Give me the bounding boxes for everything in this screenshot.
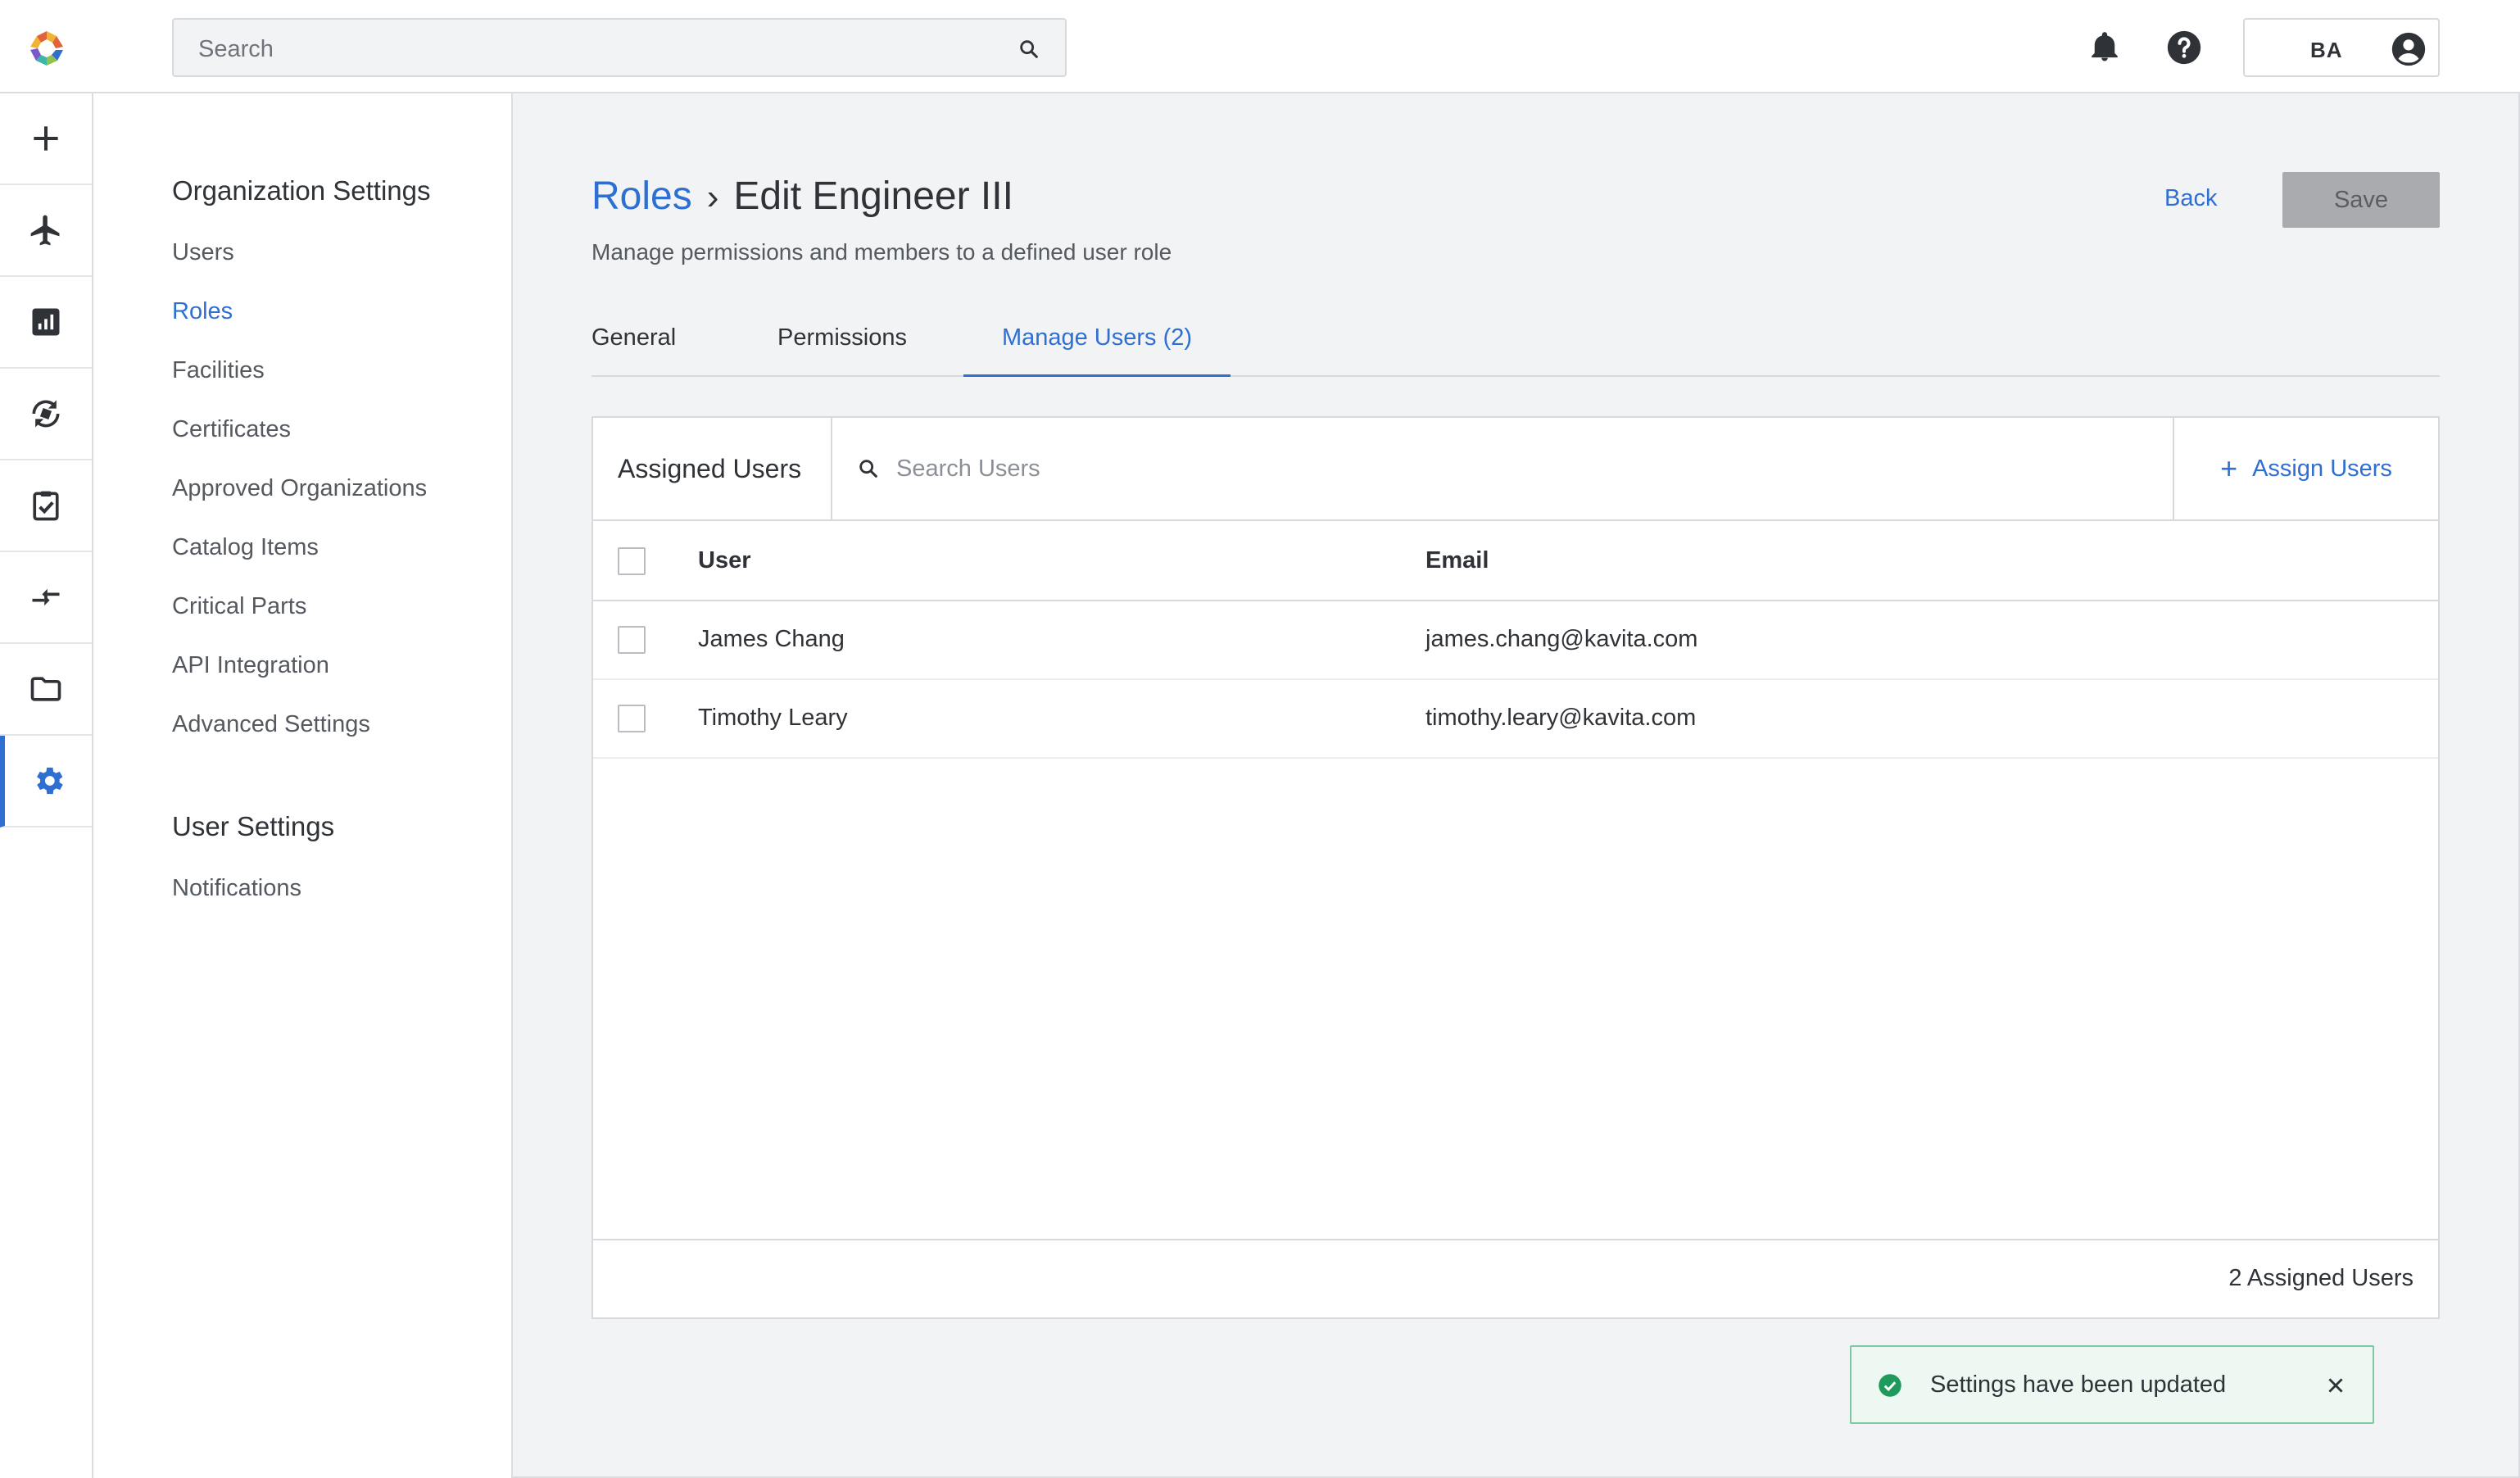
nav-item-advanced-settings[interactable]: Advanced Settings (172, 711, 370, 738)
left-icon-rail (0, 93, 93, 1478)
user-menu-button[interactable]: BA (2243, 18, 2440, 77)
main-content: Roles › Edit Engineer III Manage permiss… (513, 93, 2518, 1476)
org-settings-heading: Organization Settings (172, 175, 431, 206)
select-all-checkbox[interactable] (618, 547, 646, 575)
page-subtitle: Manage permissions and members to a defi… (591, 239, 1172, 265)
search-icon (859, 460, 877, 478)
column-header-email[interactable]: Email (1425, 547, 1489, 574)
tab-bar: General Permissions Manage Users (2) (591, 316, 2440, 377)
table-row[interactable]: Timothy Leary timothy.leary@kavita.com (593, 680, 2438, 759)
user-settings-heading: User Settings (172, 811, 335, 841)
settings-gear-icon (37, 767, 63, 795)
assigned-users-count: 2 Assigned Users (2228, 1265, 2413, 1291)
reports-icon (32, 308, 60, 336)
notifications-bell-icon[interactable] (2087, 29, 2122, 64)
tab-general[interactable]: General (591, 316, 676, 377)
page-title: Roles › Edit Engineer III (591, 174, 1013, 223)
row-checkbox[interactable] (618, 626, 646, 654)
nav-item-roles[interactable]: Roles (172, 298, 233, 325)
breadcrumb-separator: › (706, 177, 719, 217)
assign-users-label: Assign Users (2252, 455, 2392, 482)
close-icon[interactable] (2325, 1375, 2346, 1396)
user-initials: BA (2310, 38, 2343, 62)
save-button[interactable]: Save (2282, 172, 2440, 228)
folder-icon (30, 677, 61, 701)
nav-item-approved-organizations[interactable]: Approved Organizations (172, 475, 427, 502)
app-logo-icon[interactable] (28, 29, 66, 67)
parts-tracking-icon (32, 400, 60, 428)
assign-users-button[interactable]: + Assign Users (2174, 418, 2438, 519)
page-title-text: Edit Engineer III (733, 175, 1013, 218)
rail-item-documents[interactable] (0, 644, 92, 736)
airplane-icon (30, 215, 60, 246)
row-user-name: James Chang (698, 626, 845, 652)
account-circle-icon (2391, 32, 2426, 66)
search-users-placeholder: Search Users (896, 456, 1040, 482)
column-header-user[interactable]: User (698, 547, 751, 574)
success-toast: Settings have been updated (1850, 1345, 2374, 1424)
assigned-users-card: Assigned Users Search Users + Assign Use… (591, 416, 2440, 1319)
rail-item-transfers[interactable] (0, 552, 92, 644)
table-header: User Email (593, 521, 2438, 601)
help-icon[interactable] (2166, 29, 2202, 66)
row-user-name: Timothy Leary (698, 705, 848, 731)
success-check-icon (1879, 1374, 1901, 1397)
global-search-placeholder: Search (198, 36, 274, 62)
nav-item-critical-parts[interactable]: Critical Parts (172, 593, 306, 620)
search-users-input[interactable]: Search Users (831, 418, 2174, 519)
rail-item-tasks[interactable] (0, 460, 92, 552)
toast-message: Settings have been updated (1930, 1371, 2227, 1398)
row-user-email: james.chang@kavita.com (1425, 626, 1698, 652)
tab-permissions[interactable]: Permissions (777, 316, 908, 377)
top-bar: Search BA (0, 0, 2520, 93)
back-link[interactable]: Back (2164, 185, 2217, 212)
table-row[interactable]: James Chang james.chang@kavita.com (593, 601, 2438, 680)
breadcrumb-roles-link[interactable]: Roles (591, 174, 692, 219)
nav-item-catalog-items[interactable]: Catalog Items (172, 534, 319, 561)
plus-icon (34, 126, 58, 151)
rail-item-settings[interactable] (0, 736, 92, 827)
row-user-email: timothy.leary@kavita.com (1425, 705, 1697, 731)
search-icon[interactable] (1018, 38, 1040, 61)
nav-item-notifications[interactable]: Notifications (172, 875, 301, 902)
card-footer: 2 Assigned Users (593, 1239, 2438, 1317)
rail-item-tracking[interactable] (0, 369, 92, 460)
nav-item-facilities[interactable]: Facilities (172, 357, 265, 384)
rail-item-reports[interactable] (0, 277, 92, 369)
card-header: Assigned Users Search Users + Assign Use… (593, 418, 2438, 521)
rail-item-create[interactable] (0, 93, 92, 185)
clipboard-check-icon (33, 491, 59, 521)
tab-manage-users[interactable]: Manage Users (2) (963, 316, 1231, 377)
global-search-input[interactable]: Search (172, 18, 1067, 77)
card-title: Assigned Users (618, 454, 802, 483)
swap-icon (32, 588, 60, 606)
nav-item-certificates[interactable]: Certificates (172, 416, 291, 443)
rail-item-aircraft[interactable] (0, 185, 92, 277)
plus-icon: + (2220, 451, 2238, 485)
nav-item-users[interactable]: Users (172, 239, 234, 266)
row-checkbox[interactable] (618, 705, 646, 732)
settings-nav: Organization Settings Users Roles Facili… (93, 93, 513, 1478)
nav-item-api-integration[interactable]: API Integration (172, 652, 329, 679)
